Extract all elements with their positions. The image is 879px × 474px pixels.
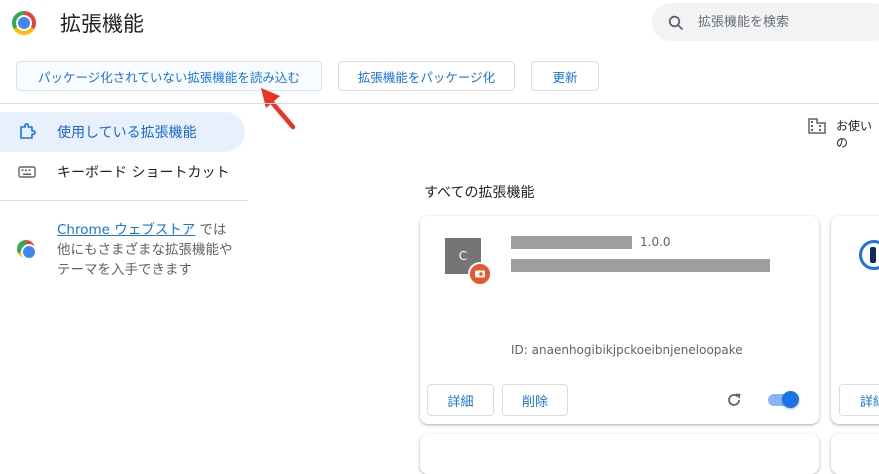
extension-id: ID: anaenhogibikjpckoeibnjeneloopake [511,343,743,357]
keyboard-icon [18,166,36,178]
details-button-2[interactable]: 詳細 [839,384,879,416]
chrome-web-store-icon [17,240,35,258]
reload-icon[interactable] [726,392,742,408]
chrome-logo-icon [12,11,36,35]
extension-version: 1.0.0 [640,235,671,249]
unpacked-badge-icon [468,262,492,286]
search-input[interactable] [698,3,878,41]
web-store-link[interactable]: Chrome ウェブストア [57,222,195,238]
remove-button[interactable]: 削除 [502,384,568,416]
search-icon [668,15,684,31]
redacted-extension-name [511,236,632,249]
sidebar-item-keyboard-shortcuts[interactable]: キーボード ショートカット [57,162,229,182]
redacted-extension-description [511,259,770,272]
red-arrow-icon [261,88,296,130]
pack-extension-button[interactable]: 拡張機能をパッケージ化 [338,61,515,91]
page-title: 拡張機能 [60,12,144,36]
sidebar-item-label: 使用している拡張機能 [57,125,197,141]
puzzle-icon [20,123,36,139]
web-store-promo: Chrome ウェブストア では他にもさまざまな拡張機能やテーマを入手できます [57,220,237,280]
enable-toggle-knob[interactable] [782,391,799,408]
extension-card-4 [831,434,879,474]
building-icon [808,118,826,134]
managed-by-org-label: お使いの [836,119,873,150]
details-button[interactable]: 詳細 [427,384,494,416]
extension-card-3 [420,434,819,474]
search-bar[interactable] [652,3,879,41]
sidebar-divider [0,200,248,201]
update-button[interactable]: 更新 [531,61,599,91]
section-title: すべての拡張機能 [424,185,535,201]
header-divider [0,103,879,104]
